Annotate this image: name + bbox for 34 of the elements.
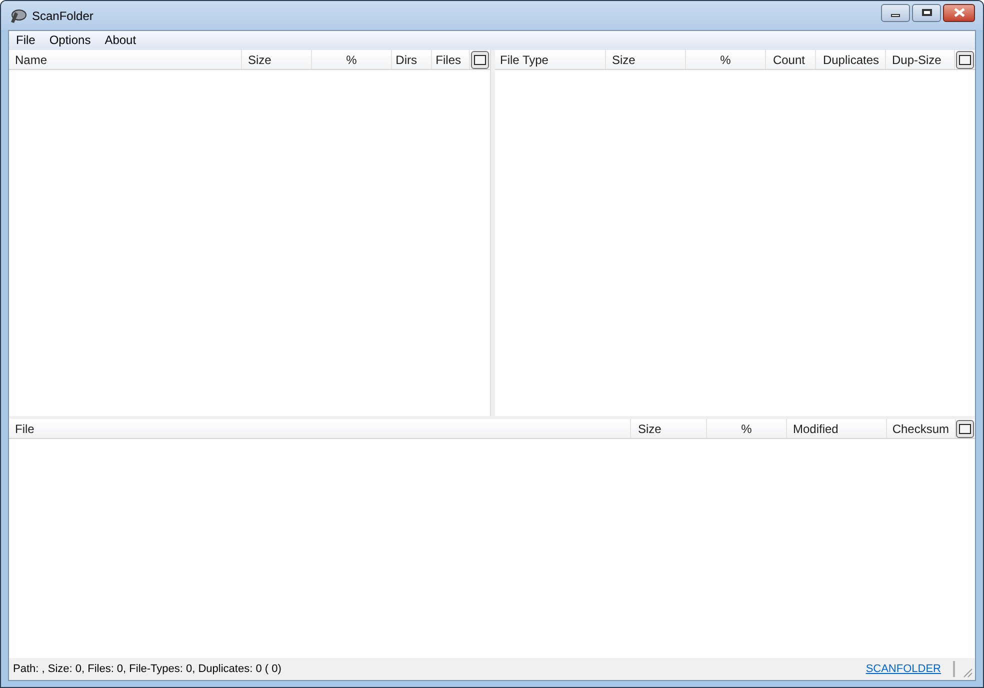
- close-button[interactable]: [943, 4, 975, 22]
- column-header[interactable]: File Type: [495, 50, 606, 69]
- column-header[interactable]: Count: [766, 50, 816, 69]
- window-icon: [959, 424, 971, 434]
- minimize-button[interactable]: [881, 4, 910, 22]
- column-chooser-button[interactable]: [956, 51, 974, 69]
- column-header[interactable]: Size: [242, 50, 312, 69]
- close-icon: [954, 8, 964, 17]
- menu-item[interactable]: File: [11, 31, 40, 50]
- column-header[interactable]: %: [686, 50, 766, 69]
- menu-item[interactable]: Options: [44, 31, 96, 50]
- restore-icon: [922, 9, 932, 16]
- column-header[interactable]: %: [707, 419, 787, 438]
- minimize-icon: [891, 14, 900, 16]
- column-header[interactable]: Size: [606, 50, 686, 69]
- website-link[interactable]: SCANFOLDER: [866, 660, 941, 678]
- status-text: Path: , Size: 0, Files: 0, File-Types: 0, Duplicates: 0 ( 0): [13, 662, 282, 677]
- column-header[interactable]: Size: [631, 419, 707, 438]
- column-chooser-button[interactable]: [956, 420, 974, 438]
- resize-grip-icon: [961, 666, 973, 678]
- maximize-button[interactable]: [912, 4, 941, 22]
- column-header[interactable]: Name: [9, 50, 242, 69]
- window-icon: [474, 55, 486, 65]
- column-header[interactable]: Files: [432, 50, 470, 69]
- column-header[interactable]: Dup-Size: [886, 50, 955, 69]
- column-header[interactable]: Duplicates: [816, 50, 886, 69]
- column-chooser-button[interactable]: [471, 51, 489, 69]
- column-header[interactable]: Dirs: [392, 50, 432, 69]
- window-icon: [959, 55, 971, 65]
- menu-item[interactable]: About: [100, 31, 142, 50]
- column-header[interactable]: %: [312, 50, 392, 69]
- column-header[interactable]: Modified: [787, 419, 887, 438]
- column-header[interactable]: File: [9, 419, 631, 438]
- window-title: ScanFolder: [32, 8, 94, 24]
